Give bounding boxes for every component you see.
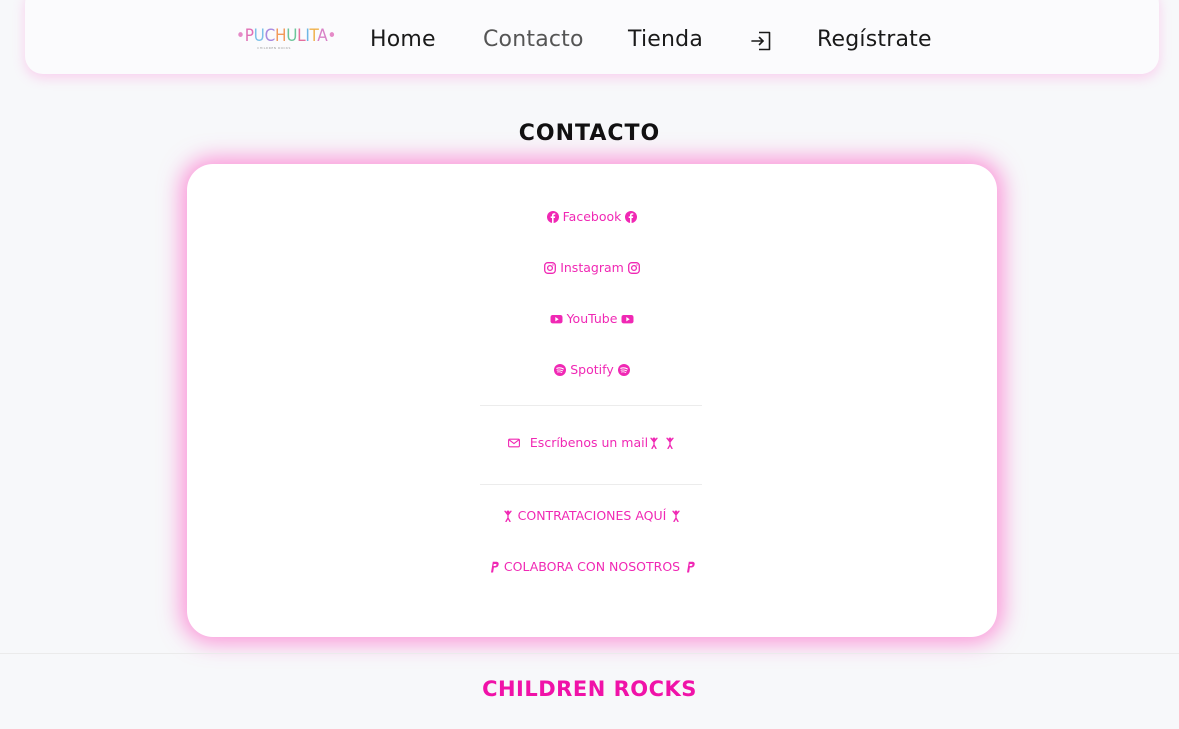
instagram-link[interactable]: Instagram <box>544 260 640 275</box>
instagram-icon <box>627 262 640 274</box>
top-navbar: •PUCHULITA• CHILDREN ROCKS Home Contacto… <box>25 0 1159 74</box>
youtube-link[interactable]: YouTube <box>550 311 635 326</box>
logo-wordmark: •PUCHULITA• <box>236 26 337 46</box>
page-title: CONTACTO <box>518 121 661 146</box>
rocker-icon <box>650 437 658 449</box>
spotify-icon <box>554 364 567 376</box>
paypal-icon <box>490 561 499 573</box>
brand-logo[interactable]: •PUCHULITA• CHILDREN ROCKS <box>236 26 337 52</box>
nav-register-link[interactable]: Regístrate <box>817 26 932 54</box>
spotify-icon <box>617 364 630 376</box>
youtube-icon <box>550 315 563 324</box>
footer-divider <box>0 653 1179 654</box>
rocker-icon <box>503 510 512 522</box>
logo-tagline: CHILDREN ROCKS <box>257 46 291 50</box>
hire-link[interactable]: CONTRATACIONES AQUÍ <box>502 508 683 523</box>
paypal-icon <box>687 561 695 573</box>
instagram-row: Instagram <box>187 260 997 276</box>
email-row: Escríbenos un mail <box>187 435 997 451</box>
spotify-link[interactable]: Spotify <box>554 362 630 377</box>
nav-tienda-link[interactable]: Tienda <box>628 26 703 54</box>
collab-link[interactable]: COLABORA CON NOSOTROS <box>488 559 696 574</box>
instagram-icon <box>544 262 557 274</box>
envelope-icon <box>507 438 520 448</box>
facebook-icon <box>546 211 559 223</box>
login-arrow-icon[interactable] <box>750 31 772 51</box>
nav-home-link[interactable]: Home <box>370 26 436 54</box>
section-divider <box>480 405 702 406</box>
youtube-label: YouTube <box>566 311 618 326</box>
instagram-label: Instagram <box>560 260 624 275</box>
collab-row: COLABORA CON NOSOTROS <box>187 559 997 575</box>
hire-label: CONTRATACIONES AQUÍ <box>517 508 667 523</box>
rocker-icon <box>672 510 680 522</box>
footer-title: CHILDREN ROCKS <box>482 677 697 701</box>
spotify-row: Spotify <box>187 362 997 378</box>
section-divider <box>480 484 702 485</box>
hire-row: CONTRATACIONES AQUÍ <box>187 508 997 524</box>
youtube-icon <box>621 315 634 324</box>
contact-card: Facebook Instagram YouTube Spotify Escrí… <box>187 164 997 637</box>
facebook-label: Facebook <box>562 209 622 224</box>
nav-contacto-link[interactable]: Contacto <box>483 26 584 54</box>
facebook-icon <box>625 211 638 223</box>
email-link[interactable]: Escríbenos un mail <box>507 435 676 450</box>
facebook-link[interactable]: Facebook <box>546 209 638 224</box>
spotify-label: Spotify <box>570 362 614 377</box>
email-label: Escríbenos un mail <box>529 435 649 450</box>
collab-label: COLABORA CON NOSOTROS <box>503 559 681 574</box>
facebook-row: Facebook <box>187 209 997 225</box>
rocker-icon <box>666 437 674 449</box>
youtube-row: YouTube <box>187 311 997 327</box>
